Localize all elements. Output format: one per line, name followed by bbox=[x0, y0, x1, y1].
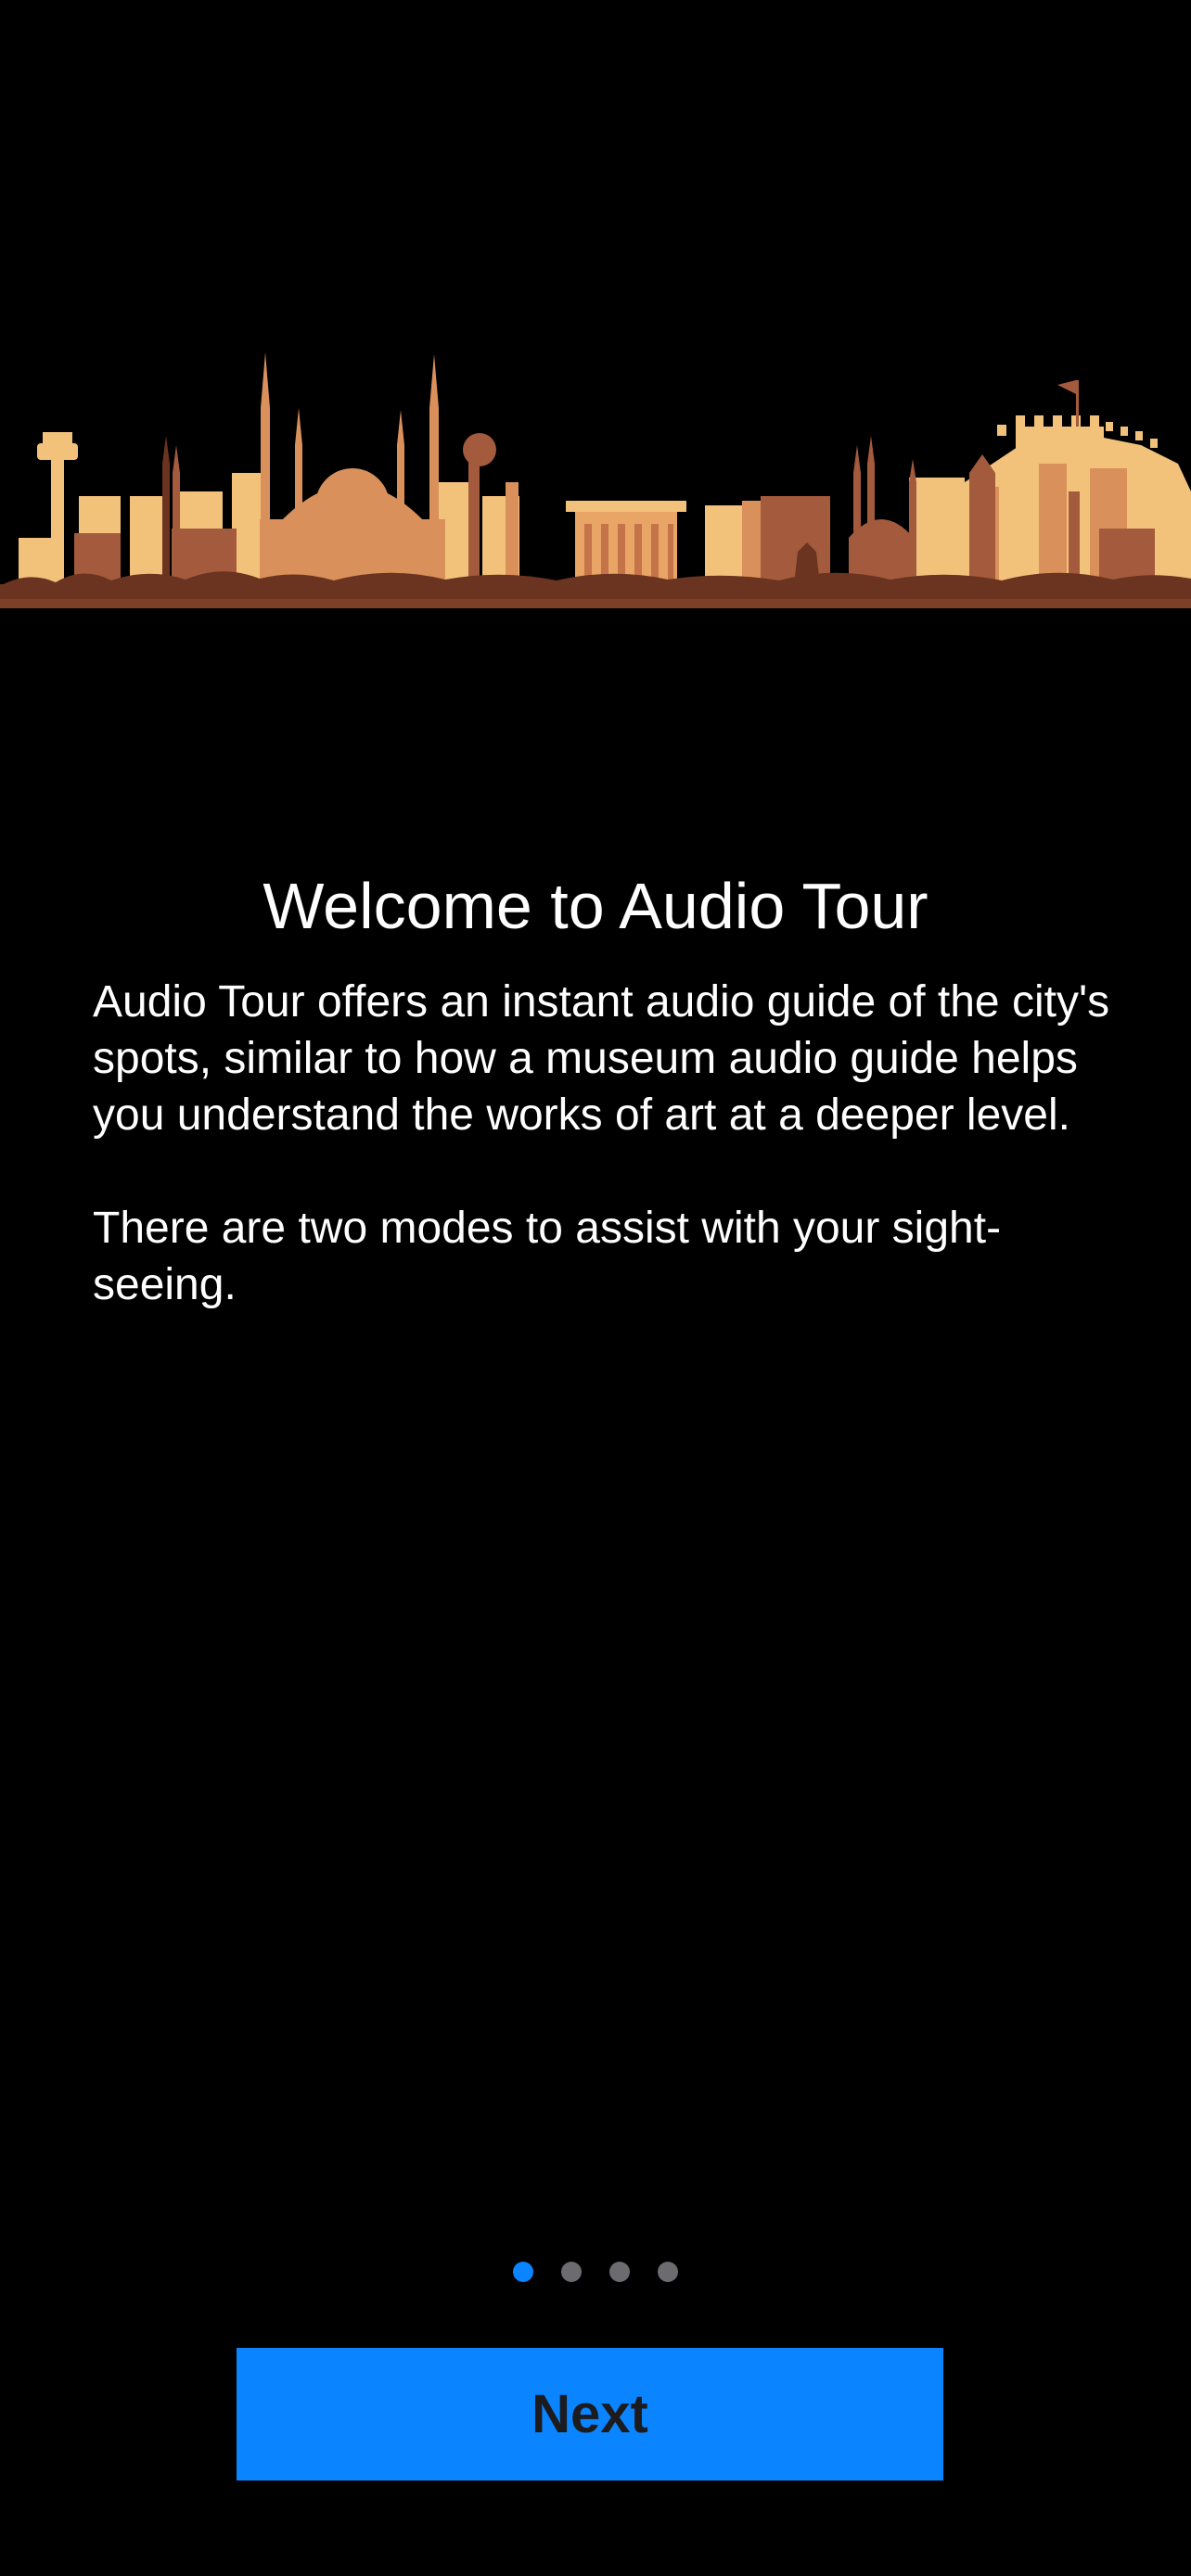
intro-paragraph: Audio Tour offers an instant audio guide… bbox=[93, 977, 1110, 1140]
page-dot-3[interactable] bbox=[609, 2262, 630, 2282]
page-title: Welcome to Audio Tour bbox=[263, 870, 928, 942]
intro-description: Audio Tour offers an instant audio guide… bbox=[93, 974, 1113, 1370]
page-dot-1[interactable] bbox=[513, 2262, 533, 2282]
page-dot-4[interactable] bbox=[658, 2262, 678, 2282]
page-indicator[interactable] bbox=[0, 2262, 1191, 2284]
page-dot-2[interactable] bbox=[561, 2262, 582, 2282]
skyline-graphic bbox=[0, 352, 1191, 608]
next-button[interactable]: Next bbox=[237, 2348, 943, 2480]
modes-paragraph: There are two modes to assist with your … bbox=[93, 1204, 1002, 1309]
city-skyline-illustration bbox=[0, 343, 1191, 608]
